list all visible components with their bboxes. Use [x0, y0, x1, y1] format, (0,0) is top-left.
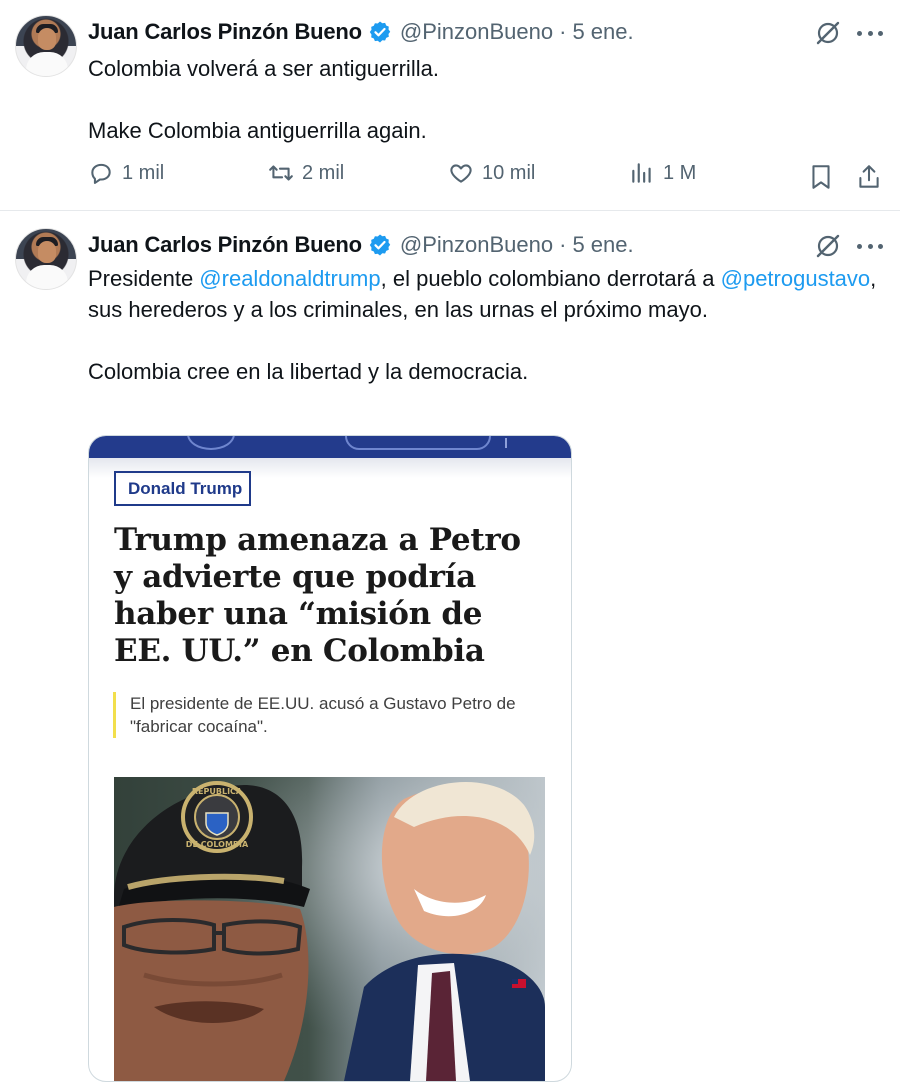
bookmark-icon[interactable]	[808, 163, 834, 191]
author-name[interactable]: Juan Carlos Pinzón Bueno	[88, 19, 362, 45]
avatar[interactable]	[15, 228, 77, 290]
article-headline: Trump amenaza a Petro y advierte que pod…	[114, 522, 521, 669]
reply-count: 1 mil	[122, 161, 165, 184]
grok-icon[interactable]	[815, 20, 841, 46]
card-header-bar	[89, 436, 571, 458]
views-icon	[632, 163, 651, 183]
cap-text-top: REPUBLICA	[192, 787, 243, 796]
tweet-paragraph: Presidente @realdonaldtrump, el pueblo c…	[88, 263, 878, 325]
like-icon	[450, 164, 472, 183]
tweet-paragraph: Colombia cree en la libertad y la democr…	[88, 359, 529, 384]
repost-icon	[269, 165, 293, 181]
text-span: , el pueblo colombiano derrotará a	[380, 266, 721, 291]
repost-count: 2 mil	[302, 161, 345, 184]
mention-link[interactable]: @realdonaldtrump	[199, 266, 380, 291]
author-handle[interactable]: @PinzonBueno	[400, 19, 553, 45]
author-name[interactable]: Juan Carlos Pinzón Bueno	[88, 232, 362, 258]
views-button[interactable]: 1 M	[629, 160, 696, 186]
tweet-text: Presidente @realdonaldtrump, el pueblo c…	[88, 263, 878, 387]
repost-button[interactable]: 2 mil	[268, 160, 344, 186]
separator-dot: ·	[559, 19, 567, 44]
verified-badge-icon	[369, 21, 391, 43]
mention-link[interactable]: @petrogustavo	[721, 266, 871, 291]
tweet[interactable]: Juan Carlos Pinzón Bueno @PinzonBueno · …	[0, 0, 900, 211]
article-photo: REPUBLICA DE COLOMBIA	[114, 777, 545, 1081]
reply-icon	[91, 163, 111, 184]
more-icon[interactable]	[857, 20, 883, 46]
tweet-line: Make Colombia antiguerrilla again.	[88, 118, 427, 143]
views-count: 1 M	[663, 161, 697, 184]
share-icon[interactable]	[856, 163, 882, 191]
timestamp[interactable]: 5 ene.	[572, 232, 633, 258]
tweet-line: Colombia volverá a ser antiguerrilla.	[88, 56, 439, 81]
article-photo-illustration: REPUBLICA DE COLOMBIA	[114, 777, 545, 1081]
text-span: Presidente	[88, 266, 200, 291]
cap-text-bottom: DE COLOMBIA	[186, 840, 249, 849]
action-bar: 1 mil 2 mil 10 mil 1 M	[88, 160, 888, 194]
article-card[interactable]: Donald Trump Trump amenaza a Petro y adv…	[88, 435, 572, 1082]
section-tag: Donald Trump	[114, 471, 251, 506]
like-button[interactable]: 10 mil	[448, 160, 535, 186]
tweet-text: Colombia volverá a ser antiguerrilla. Ma…	[88, 53, 878, 146]
author-handle[interactable]: @PinzonBueno	[400, 232, 553, 258]
tweet-header: Juan Carlos Pinzón Bueno @PinzonBueno · …	[88, 230, 634, 260]
tweet-header: Juan Carlos Pinzón Bueno @PinzonBueno · …	[88, 17, 634, 47]
article-summary: El presidente de EE.UU. acusó a Gustavo …	[113, 692, 550, 738]
verified-badge-icon	[369, 234, 391, 256]
like-count: 10 mil	[482, 161, 536, 184]
grok-icon[interactable]	[815, 233, 841, 259]
avatar[interactable]	[15, 15, 77, 77]
tweet[interactable]: Juan Carlos Pinzón Bueno @PinzonBueno · …	[0, 211, 900, 1090]
reply-button[interactable]: 1 mil	[88, 160, 164, 186]
timestamp[interactable]: 5 ene.	[572, 19, 633, 45]
separator-dot: ·	[559, 232, 567, 257]
more-icon[interactable]	[857, 233, 883, 259]
